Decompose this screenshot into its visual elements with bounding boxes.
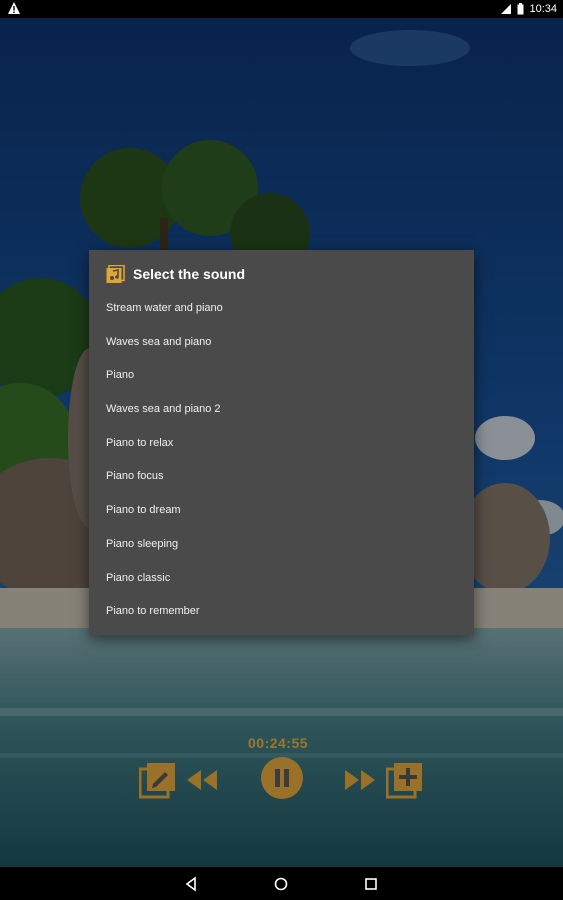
home-icon[interactable] [272,875,290,893]
warning-icon [8,2,20,14]
signal-icon [501,4,512,14]
recents-icon[interactable] [362,875,380,893]
list-item[interactable]: Piano to dream [89,494,474,528]
list-item[interactable]: Piano sleeping [89,528,474,562]
status-bar: 10:34 [0,0,563,18]
music-note-icon [106,264,125,283]
navigation-bar [0,867,563,900]
dialog-title: Select the sound [133,266,246,282]
back-icon[interactable] [182,875,200,893]
add-to-playlist-icon[interactable] [386,762,424,800]
rewind-icon[interactable] [185,768,219,792]
list-item[interactable]: Stream water and piano [89,292,474,326]
dialog-header: Select the sound [106,264,245,284]
list-item[interactable]: Waves sea and piano [89,326,474,360]
list-item[interactable]: Piano to remember [89,595,474,629]
list-item[interactable]: Waves sea and piano 2 [89,393,474,427]
edit-playlist-icon[interactable] [139,762,177,800]
list-item[interactable]: Piano focus [89,460,474,494]
fast-forward-icon[interactable] [343,768,377,792]
list-item[interactable]: Piano classic [89,562,474,596]
sound-list: Stream water and piano Waves sea and pia… [89,292,474,629]
list-item[interactable]: Piano [89,359,474,393]
status-time: 10:34 [529,3,557,15]
elapsed-time: 00:24:55 [248,735,309,751]
battery-icon [517,3,524,15]
pause-icon[interactable] [260,756,304,800]
list-item[interactable]: Piano to relax [89,427,474,461]
select-sound-dialog: Select the sound Stream water and piano … [89,250,474,635]
